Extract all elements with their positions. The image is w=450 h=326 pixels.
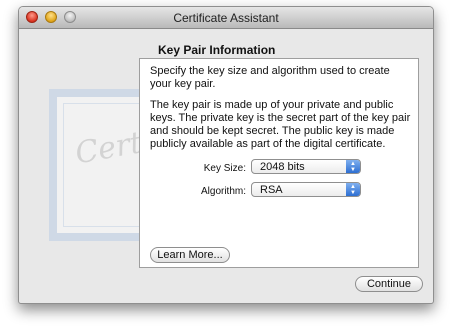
algorithm-popup[interactable]: RSA ▲ ▼ [251,182,361,197]
certificate-assistant-window: Certificate Assistant Certif Key Pair In… [18,6,434,304]
title-bar: Certificate Assistant [19,7,433,29]
learn-more-button[interactable]: Learn More... [150,247,230,263]
popup-arrows-icon: ▲ ▼ [346,160,360,173]
key-pair-panel: Specify the key size and algorithm used … [139,58,419,268]
continue-button[interactable]: Continue [355,276,423,292]
key-size-popup[interactable]: 2048 bits ▲ ▼ [251,159,361,174]
algorithm-label: Algorithm: [200,186,246,197]
instruction-text: Specify the key size and algorithm used … [150,65,390,90]
key-pair-description: The key pair is made up of your private … [150,99,411,150]
popup-arrows-icon: ▲ ▼ [346,183,360,196]
key-size-label: Key Size: [203,163,246,174]
window-title: Certificate Assistant [173,11,279,25]
key-size-value: 2048 bits [260,161,305,173]
algorithm-value: RSA [260,184,283,196]
page-title: Key Pair Information [158,43,276,57]
